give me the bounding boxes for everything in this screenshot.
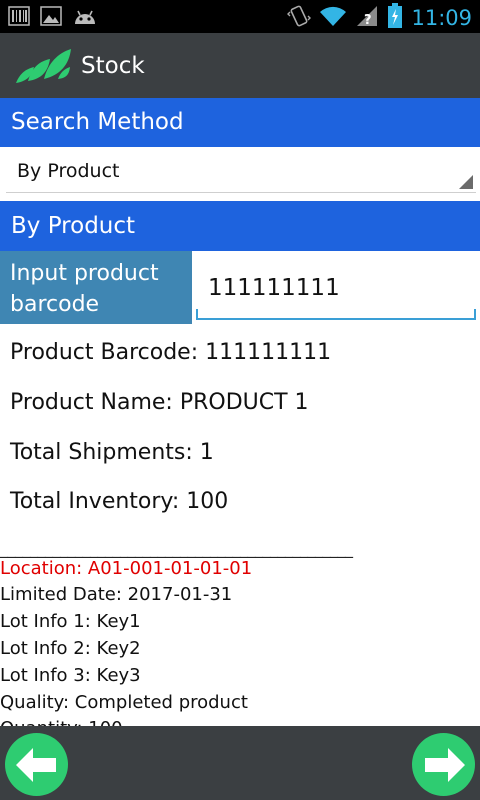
by-product-header: By Product (0, 201, 480, 251)
image-icon (40, 6, 62, 30)
next-button[interactable] (412, 733, 475, 796)
limited-date-text: Limited Date: 2017-01-31 (0, 584, 233, 605)
barcode-input-label: Input product barcode (0, 251, 192, 324)
quality-text: Quality: Completed product (0, 692, 248, 713)
spinner-selected-value: By Product (17, 160, 120, 182)
status-time: 11:09 (411, 6, 472, 30)
input-underline-right (474, 309, 476, 320)
app-logo-icon[interactable] (14, 45, 72, 85)
lot-info-2-text: Lot Info 2: Key2 (0, 638, 141, 659)
product-barcode-text: Product Barcode: 111111111 (10, 340, 332, 365)
battery-icon (387, 3, 403, 33)
lot-info-1-text: Lot Info 1: Key1 (0, 611, 141, 632)
barcode-icon (8, 6, 30, 30)
total-inventory-text: Total Inventory: 100 (10, 489, 229, 514)
input-underline-left (196, 309, 198, 320)
total-shipments-text: Total Shipments: 1 (10, 440, 214, 465)
search-method-spinner[interactable]: By Product (6, 151, 476, 193)
location-text: Location: A01-001-01-01-01 (0, 558, 253, 579)
signal-icon: ? (355, 4, 379, 32)
svg-text:?: ? (364, 13, 372, 28)
spinner-dropdown-icon (459, 175, 473, 189)
arrow-left-icon (16, 748, 56, 782)
product-name-text: Product Name: PRODUCT 1 (10, 390, 309, 415)
back-button[interactable] (5, 733, 68, 796)
arrow-right-icon (425, 748, 465, 782)
vibrate-icon (287, 4, 312, 32)
lot-info-3-text: Lot Info 3: Key3 (0, 665, 141, 686)
android-icon (72, 6, 98, 30)
action-bar: Stock (0, 33, 480, 98)
app-title: Stock (81, 53, 145, 79)
divider-line: ________________________________________… (0, 540, 353, 558)
search-method-header: Search Method (0, 98, 480, 147)
bottom-nav-bar (0, 726, 480, 800)
wifi-icon (319, 4, 347, 32)
status-bar: ? 11:09 (0, 0, 480, 33)
barcode-input[interactable] (196, 262, 476, 320)
